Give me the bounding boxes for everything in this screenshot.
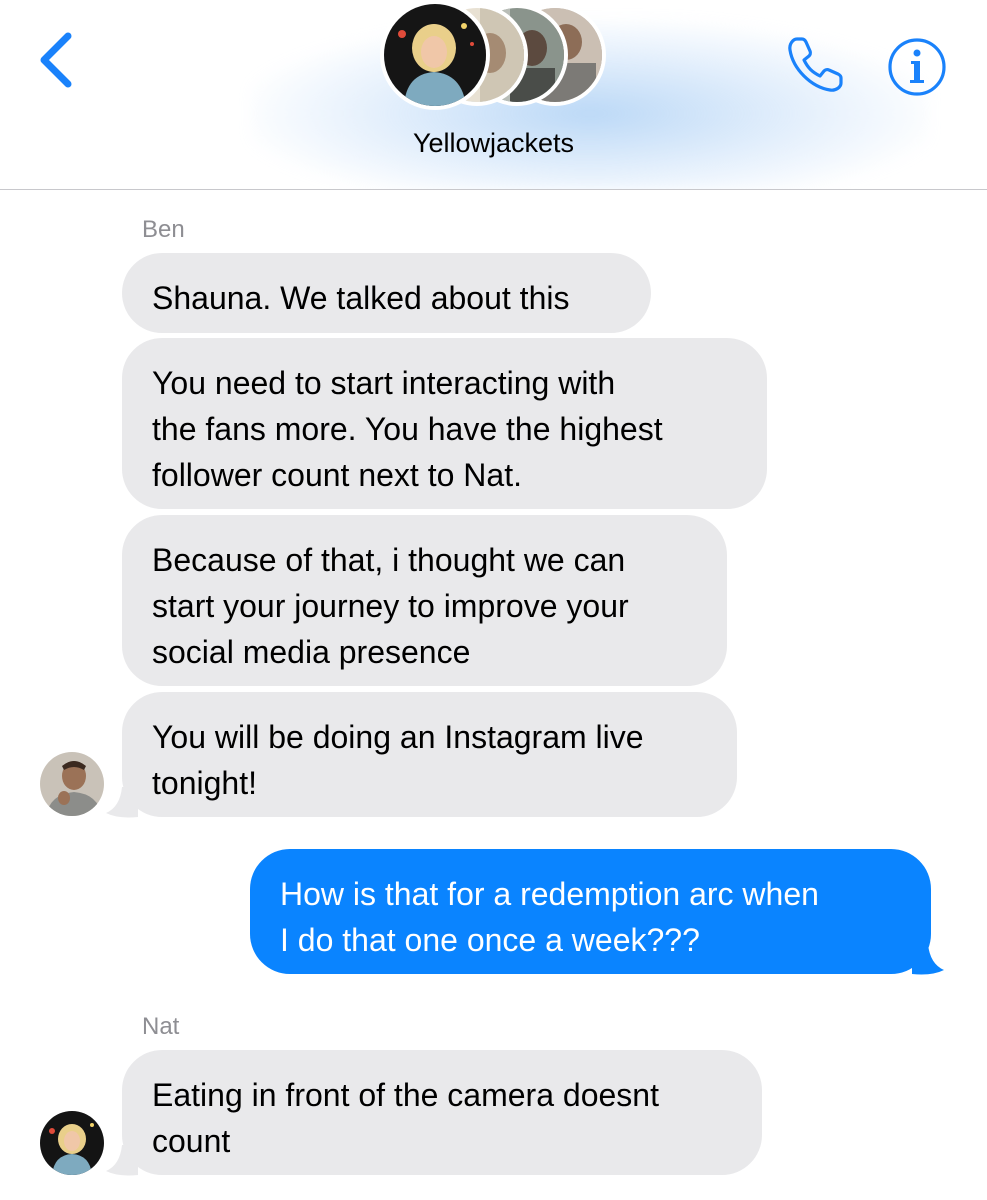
message-text-line: social media presence [152,634,471,670]
message-text-line: follower count next to Nat. [152,457,522,493]
bubble-tail-outgoing [912,944,944,975]
message-bubble-outgoing[interactable]: How is that for a redemption arc when I … [250,849,931,974]
back-button[interactable] [30,28,82,92]
message-bubble-incoming[interactable]: You need to start interacting with the f… [122,338,767,509]
message-bubble-incoming[interactable]: Eating in front of the camera doesnt cou… [122,1050,762,1175]
bubble-tail-incoming [106,787,138,818]
info-icon [888,38,946,96]
message-text-line: the fans more. You have the highest [152,411,663,447]
message-bubble-incoming[interactable]: Shauna. We talked about this [122,253,651,333]
chevron-left-icon [40,32,72,88]
message-text-line: Shauna. We talked about this [152,280,570,316]
call-button[interactable] [783,33,847,97]
message-bubble-incoming[interactable]: You will be doing an Instagram live toni… [122,692,737,817]
bubble-tail-incoming [106,1145,138,1176]
group-avatar-stack[interactable] [380,0,620,115]
conversation-header: Yellowjackets [0,0,987,190]
message-text-line: I do that one once a week??? [280,922,700,958]
phone-icon [788,37,843,92]
message-text-line: Eating in front of the camera doesnt [152,1077,659,1113]
sender-name: Nat [142,1013,180,1040]
sender-avatar[interactable] [40,1111,104,1175]
message-text-line: How is that for a redemption arc when [280,876,819,912]
message-text-line: tonight! [152,765,257,801]
info-button[interactable] [886,36,948,98]
sender-name: Ben [142,216,185,243]
message-bubble-incoming[interactable]: Because of that, i thought we can start … [122,515,727,686]
message-text-line: Because of that, i thought we can [152,542,626,578]
message-text-line: You will be doing an Instagram live [152,719,644,755]
group-member-avatar [380,0,490,110]
sender-avatar[interactable] [40,752,104,816]
message-text-line: You need to start interacting with [152,365,616,401]
message-text-line: start your journey to improve your [152,588,629,624]
group-name[interactable]: Yellowjackets [0,128,987,159]
message-text-line: count [152,1123,231,1159]
